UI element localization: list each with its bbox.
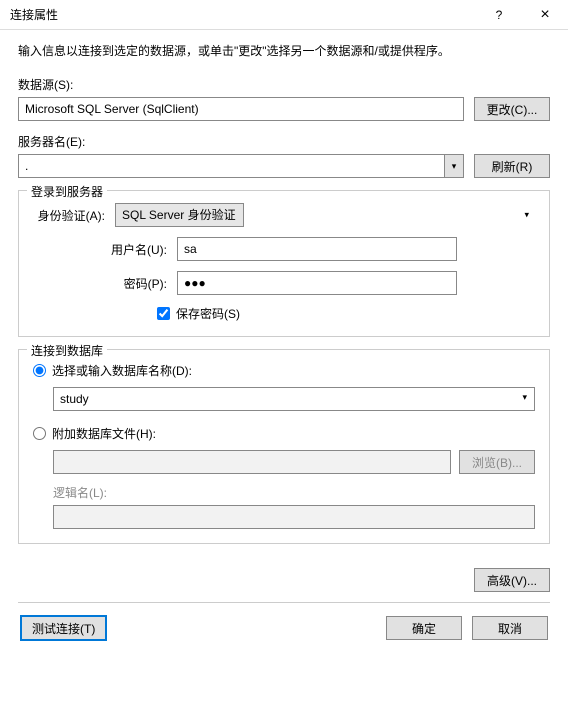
database-fieldset: 连接到数据库 选择或输入数据库名称(D): ▾ 附加数据库文件(H): 浏览(B… — [18, 349, 550, 544]
server-combo[interactable]: ▾ — [18, 154, 464, 178]
window-title: 连接属性 — [10, 6, 476, 23]
login-legend: 登录到服务器 — [27, 183, 107, 200]
advanced-button[interactable]: 高级(V)... — [474, 568, 550, 592]
attach-file-input — [53, 450, 451, 474]
ok-button[interactable]: 确定 — [386, 616, 462, 640]
server-label: 服务器名(E): — [18, 133, 550, 150]
database-name-input[interactable] — [53, 387, 535, 411]
attach-db-radio[interactable] — [33, 427, 46, 440]
save-password-checkbox[interactable] — [157, 307, 170, 320]
login-fieldset: 登录到服务器 身份验证(A): SQL Server 身份验证 ▾ 用户名(U)… — [18, 190, 550, 337]
browse-button: 浏览(B)... — [459, 450, 535, 474]
username-label: 用户名(U): — [95, 241, 167, 258]
username-input[interactable] — [177, 237, 457, 261]
logical-name-input — [53, 505, 535, 529]
test-connection-button[interactable]: 测试连接(T) — [20, 615, 107, 641]
save-password-label: 保存密码(S) — [176, 305, 240, 322]
password-input[interactable] — [177, 271, 457, 295]
select-db-radio[interactable] — [33, 364, 46, 377]
datasource-label: 数据源(S): — [18, 76, 550, 93]
help-button[interactable]: ? — [476, 0, 522, 30]
footer: 测试连接(T) 确定 取消 — [18, 615, 550, 641]
attach-db-label: 附加数据库文件(H): — [52, 425, 156, 442]
select-db-label: 选择或输入数据库名称(D): — [52, 362, 192, 379]
separator — [18, 602, 550, 603]
dialog-content: 输入信息以连接到选定的数据源，或单击"更改"选择另一个数据源和/或提供程序。 数… — [0, 30, 568, 641]
title-bar: 连接属性 ? × — [0, 0, 568, 30]
change-button[interactable]: 更改(C)... — [474, 97, 550, 121]
server-input[interactable] — [18, 154, 444, 178]
chevron-down-icon: ▾ — [524, 210, 529, 221]
datasource-input — [18, 97, 464, 121]
cancel-button[interactable]: 取消 — [472, 616, 548, 640]
close-button[interactable]: × — [522, 0, 568, 30]
logical-name-label: 逻辑名(L): — [53, 484, 535, 501]
password-label: 密码(P): — [95, 275, 167, 292]
refresh-button[interactable]: 刷新(R) — [474, 154, 550, 178]
chevron-down-icon[interactable]: ▾ — [444, 154, 464, 178]
auth-select[interactable]: SQL Server 身份验证 — [115, 203, 244, 227]
intro-text: 输入信息以连接到选定的数据源，或单击"更改"选择另一个数据源和/或提供程序。 — [18, 42, 550, 60]
auth-label: 身份验证(A): — [33, 207, 105, 224]
database-legend: 连接到数据库 — [27, 342, 107, 359]
auth-select-wrap[interactable]: SQL Server 身份验证 ▾ — [115, 203, 535, 227]
